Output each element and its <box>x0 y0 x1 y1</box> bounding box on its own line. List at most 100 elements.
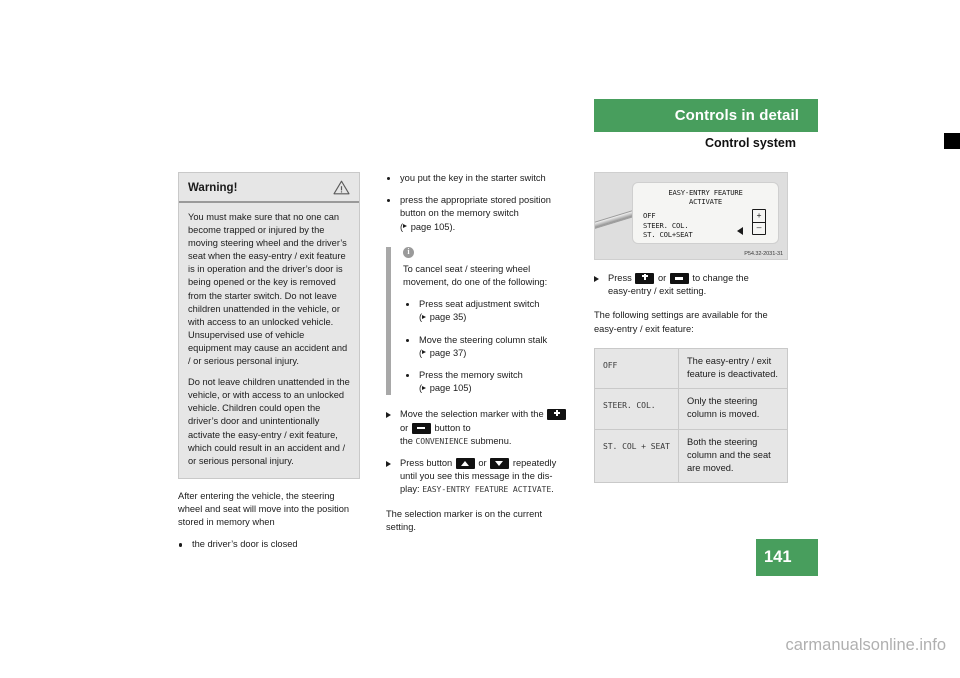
middle-bullet-list: you put the key in the starter switch pr… <box>386 172 568 234</box>
action-triangle-icon <box>594 276 599 282</box>
action-triangle-icon <box>386 461 391 468</box>
table-cell-value: Only the steering column is moved. <box>678 388 788 430</box>
display-minus-symbol: – <box>756 223 762 232</box>
down-button-glyph-icon <box>490 458 510 470</box>
list-item: you put the key in the starter switch <box>386 172 568 185</box>
left-intro-text: After entering the vehicle, the steering… <box>178 490 350 528</box>
action-step-text-post: repeatedly <box>512 458 557 469</box>
action-step-line3-pre: the <box>400 435 413 446</box>
bullet-dot-icon <box>387 177 391 181</box>
middle-column: you put the key in the starter switch pr… <box>386 172 568 534</box>
cross-reference-arrow-icon <box>422 314 427 320</box>
display-plus-minus-indicator: + – <box>752 209 766 235</box>
table-cell-key: ST. COL + SEAT <box>594 429 679 483</box>
cross-reference-arrow-icon <box>422 350 427 356</box>
display-message-text: EASY-ENTRY FEATURE ACTIVATE <box>422 484 552 495</box>
warning-body: You must make sure that no one can becom… <box>179 203 359 478</box>
cross-reference-arrow-icon <box>422 385 427 391</box>
display-plus-symbol: + <box>756 211 762 220</box>
display-options-list: OFF STEER. COL. ST. COL+SEAT <box>643 211 693 240</box>
page-number-badge: 141 <box>756 539 818 576</box>
bullet-dot-icon <box>179 543 183 547</box>
warning-box-header: Warning! <box>179 173 359 203</box>
action-step: Move the selection marker with the or bu… <box>386 408 568 448</box>
setting-key-label: OFF <box>603 359 618 370</box>
action-conjunction: or <box>400 422 409 433</box>
list-item: Press seat adjustment switch ( page 35) <box>403 298 568 324</box>
right-column: EASY-ENTRY FEATURE ACTIVATE OFF STEER. C… <box>594 172 788 484</box>
minus-button-glyph-icon <box>411 422 431 434</box>
up-button-glyph-icon <box>455 458 475 470</box>
action-conjunction: or <box>657 273 667 283</box>
table-row: STEER. COL. Only the steering column is … <box>594 388 788 430</box>
action-triangle-icon <box>386 412 391 419</box>
cross-reference-label: page 105). <box>410 221 456 232</box>
action-step-text-post: button to <box>434 422 471 433</box>
note-sidebar-rule <box>386 246 391 396</box>
plus-button-glyph-icon <box>547 409 567 421</box>
left-bullet-list: the driver’s door is closed <box>178 538 360 551</box>
minus-button-glyph-icon <box>669 273 689 284</box>
easy-entry-feature-display-illustration: EASY-ENTRY FEATURE ACTIVATE OFF STEER. C… <box>594 172 788 260</box>
settings-table-intro: The following settings are available for… <box>594 310 768 334</box>
section-header-banner: Controls in detail <box>594 99 818 132</box>
action-step-text: Move the selection marker with the <box>400 409 544 420</box>
chapter-thumb-tab <box>944 133 960 149</box>
action-step-text: Press <box>608 273 632 283</box>
warning-paragraph-1: You must make sure that no one can becom… <box>188 212 348 367</box>
middle-closing-text: The selection marker is on the current s… <box>386 508 543 532</box>
display-title-line1: EASY-ENTRY FEATURE <box>668 188 743 197</box>
list-item: Press the memory switch ( page 105) <box>403 369 568 395</box>
manual-page: Controls in detail Control system Warnin… <box>0 0 960 678</box>
list-item: Move the steering column stalk ( page 37… <box>403 334 568 360</box>
note-lead-text: To cancel seat / steering wheel movement… <box>403 263 548 288</box>
list-item-label: Press the memory switch <box>419 370 523 381</box>
list-item-label: press the appropriate stored position bu… <box>400 195 551 219</box>
warning-box: Warning! You must make sure that no one … <box>178 172 360 479</box>
middle-action-list: Move the selection marker with the or bu… <box>386 408 568 496</box>
action-step-text: Press button <box>400 458 453 469</box>
warning-paragraph-2: Do not leave children unattended in the … <box>188 377 350 466</box>
cross-reference-arrow-icon <box>403 224 408 230</box>
note-bullet-list: Press seat adjustment switch ( page 35) … <box>403 298 568 395</box>
list-item-label: you put the key in the starter switch <box>400 173 546 183</box>
display-option-st-col-seat: ST. COL+SEAT <box>643 230 693 240</box>
list-item-label: Press seat adjustment switch <box>419 299 540 310</box>
bullet-dot-icon <box>406 338 410 342</box>
left-column: Warning! You must make sure that no one … <box>178 172 360 552</box>
subsection-title: Control system <box>705 136 796 150</box>
right-action-list: Press or to change the easy-entry / exit… <box>594 272 788 298</box>
section-title: Controls in detail <box>674 107 799 124</box>
warning-title: Warning! <box>188 181 238 194</box>
table-cell-value: The easy-entry / exit feature is deactiv… <box>678 348 788 390</box>
bullet-dot-icon <box>406 303 410 307</box>
action-step-line3-pre: play: <box>400 484 420 495</box>
action-step: Press button or repeatedly until you see… <box>386 457 568 497</box>
display-title-line2: ACTIVATE <box>688 197 723 206</box>
action-step-line2: easy-entry / exit setting. <box>608 286 707 297</box>
action-step: Press or to change the easy-entry / exit… <box>594 272 788 298</box>
list-item: the driver’s door is closed <box>178 538 360 551</box>
submenu-name: CONVENIENCE <box>415 435 469 446</box>
action-conjunction: or <box>478 458 487 469</box>
subsection-header: Control system <box>594 134 818 152</box>
settings-table: OFF The easy-entry / exit feature is dea… <box>594 347 788 484</box>
cross-reference-label: page 105) <box>429 383 472 394</box>
table-cell-key: STEER. COL. <box>594 388 679 430</box>
site-watermark: carmanualsonline.info <box>785 636 946 654</box>
display-option-steer-col: STEER. COL. <box>643 220 689 230</box>
illustration-code: P54.32-2031-31 <box>744 251 783 257</box>
display-selection-marker-icon <box>737 227 743 235</box>
warning-triangle-icon <box>333 180 350 195</box>
plus-button-glyph-icon <box>635 273 655 284</box>
list-item: press the appropriate stored position bu… <box>386 194 568 234</box>
info-circle-icon: i <box>403 246 414 258</box>
display-option-off: OFF <box>643 211 656 220</box>
setting-key-label: STEER. COL. <box>603 400 656 411</box>
list-item-label: the driver’s door is closed <box>192 539 298 550</box>
display-title: EASY-ENTRY FEATURE ACTIVATE <box>633 188 778 206</box>
table-row: ST. COL + SEAT Both the steering column … <box>594 429 788 483</box>
list-item-label: Move the steering column stalk <box>419 334 548 345</box>
table-row: OFF The easy-entry / exit feature is dea… <box>594 348 788 390</box>
action-step-line2: until you see this message in the dis- <box>400 471 553 482</box>
